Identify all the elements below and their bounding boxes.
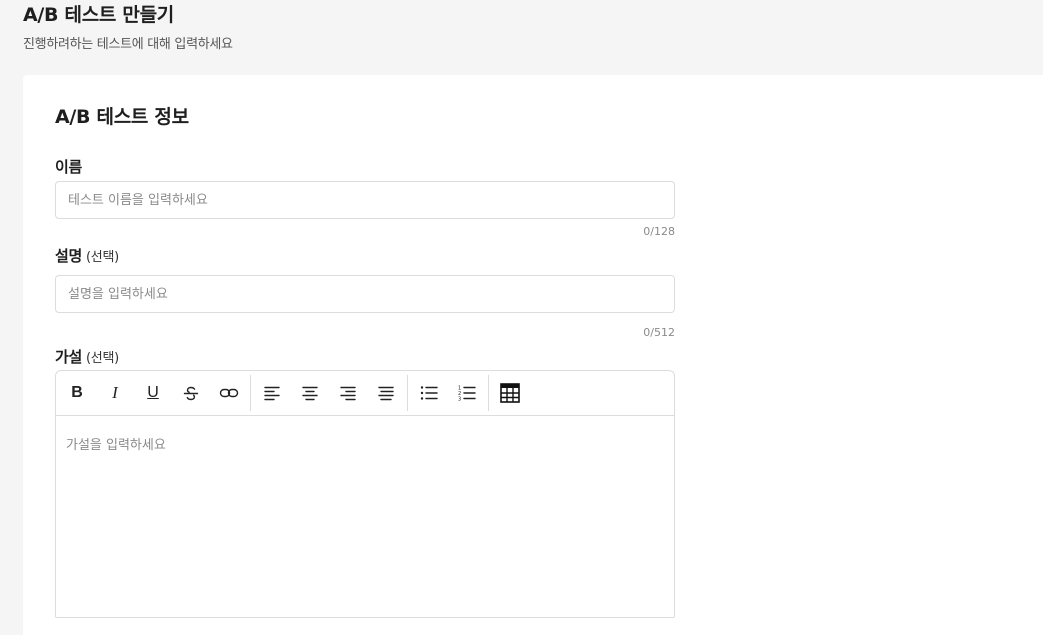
link-button[interactable] (210, 375, 248, 411)
bullet-list-button[interactable] (410, 375, 448, 411)
italic-icon: I (112, 383, 118, 402)
description-optional-tag: (선택) (86, 250, 119, 265)
toolbar-divider (488, 375, 489, 411)
name-label: 이름 (55, 156, 82, 177)
numbered-list-button[interactable]: 123 (448, 375, 486, 411)
hypothesis-text-area[interactable]: 가설을 입력하세요 (56, 416, 674, 576)
table-icon (500, 383, 520, 403)
svg-text:3: 3 (458, 397, 461, 403)
numbered-list-icon: 123 (458, 386, 476, 403)
link-icon (219, 388, 239, 398)
name-label-text: 이름 (55, 158, 83, 176)
hypothesis-editor: B I U 1 2 3 가설을 입력하세요 (55, 370, 675, 618)
page-title: A/B 테스트 만들기 (23, 4, 174, 26)
align-left-button[interactable] (253, 375, 291, 411)
bold-icon: B (71, 384, 83, 401)
align-justify-icon (378, 386, 394, 401)
name-char-counter: 0/128 (643, 225, 675, 238)
table-button[interactable] (491, 375, 529, 411)
text-format-group: B I U (58, 375, 248, 411)
ab-test-info-card: A/B 테스트 정보 이름 0/128 설명(선택) 0/512 가설(선택) … (23, 75, 1043, 635)
hypothesis-label: 가설 (선택) (55, 346, 119, 367)
description-input[interactable] (55, 275, 675, 313)
list-group: 123 (410, 375, 486, 411)
insert-group (491, 375, 529, 411)
align-center-icon (302, 386, 318, 401)
description-char-counter: 0/512 (643, 326, 675, 339)
align-center-button[interactable] (291, 375, 329, 411)
align-right-button[interactable] (329, 375, 367, 411)
align-left-icon (264, 386, 280, 401)
hypothesis-placeholder: 가설을 입력하세요 (66, 438, 166, 453)
hypothesis-label-text: 가설 (55, 348, 83, 366)
toolbar-divider (250, 375, 251, 411)
underline-button[interactable]: U (134, 375, 172, 411)
strikethrough-button[interactable] (172, 375, 210, 411)
strikethrough-icon (183, 386, 199, 401)
underline-icon: U (147, 384, 159, 401)
alignment-group (253, 375, 405, 411)
align-right-icon (340, 386, 356, 401)
page-subtitle: 진행하려하는 테스트에 대해 입력하세요 (23, 37, 233, 52)
page-header: A/B 테스트 만들기 진행하려하는 테스트에 대해 입력하세요 (23, 0, 233, 52)
editor-toolbar: B I U 1 2 3 (56, 371, 674, 416)
bold-button[interactable]: B (58, 375, 96, 411)
align-justify-button[interactable] (367, 375, 405, 411)
description-label: 설명 (선택) (55, 245, 119, 266)
section-title: A/B 테스트 정보 (55, 106, 189, 128)
name-input[interactable] (55, 181, 675, 219)
toolbar-divider (407, 375, 408, 411)
description-label-text: 설명 (55, 247, 83, 265)
italic-button[interactable]: I (96, 375, 134, 411)
hypothesis-optional-tag: (선택) (86, 351, 119, 366)
bullet-list-icon (420, 386, 438, 400)
